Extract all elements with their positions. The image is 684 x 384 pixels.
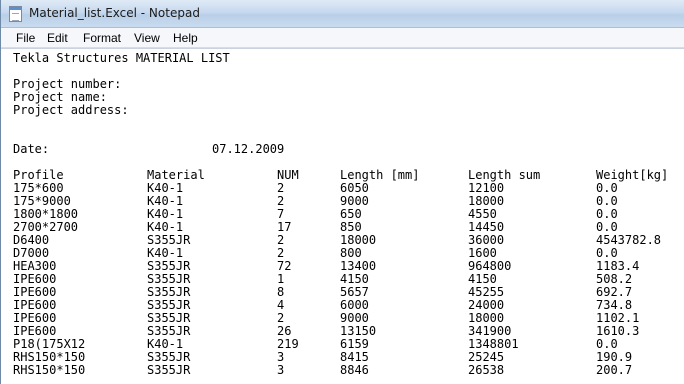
date-label: Date: bbox=[13, 142, 50, 156]
menu-format[interactable]: Format bbox=[83, 31, 121, 45]
cell-weight: 200.7 bbox=[596, 363, 633, 377]
menu-help[interactable]: Help bbox=[173, 31, 198, 45]
cell-material: S355JR bbox=[147, 363, 191, 377]
cell-length: 8846 bbox=[340, 363, 369, 377]
notepad-window: Material_list.Excel - Notepad File Edit … bbox=[0, 0, 684, 384]
menu-edit[interactable]: Edit bbox=[47, 31, 68, 45]
date-value: 07.12.2009 bbox=[212, 142, 285, 156]
cell-num: 3 bbox=[277, 363, 285, 377]
window-title: Material_list.Excel - Notepad bbox=[29, 6, 200, 20]
title-bar[interactable]: Material_list.Excel - Notepad bbox=[1, 0, 684, 28]
cell-length-sum: 26538 bbox=[468, 363, 505, 377]
text-editor-area[interactable]: Tekla Structures MATERIAL LIST Project n… bbox=[1, 48, 684, 384]
notepad-app-icon[interactable] bbox=[9, 6, 22, 22]
doc-heading: Tekla Structures MATERIAL LIST bbox=[13, 51, 230, 65]
cell-profile: RHS150*150 bbox=[13, 363, 86, 377]
menu-view[interactable]: View bbox=[134, 31, 160, 45]
menu-bar: File Edit Format View Help bbox=[1, 28, 684, 48]
project-address-label: Project address: bbox=[13, 103, 129, 117]
menu-file[interactable]: File bbox=[16, 31, 35, 45]
